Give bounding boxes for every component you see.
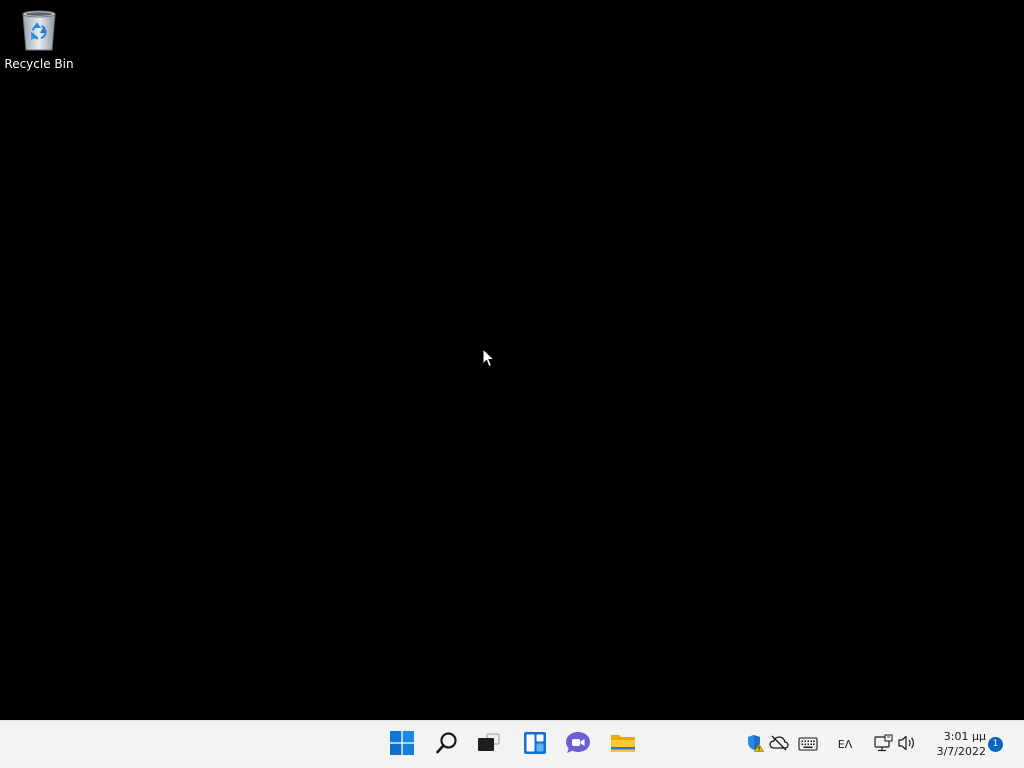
desktop[interactable]: Recycle Bin [0, 0, 1024, 720]
file-explorer-icon [610, 732, 636, 758]
mouse-pointer-icon [482, 347, 496, 368]
taskbar: ΕΛ 3:01 μμ 3/7/2022 1 [0, 720, 1024, 768]
chat-button[interactable] [559, 727, 597, 763]
desktop-icon-recycle-bin[interactable]: Recycle Bin [4, 6, 74, 71]
security-shield-icon [746, 734, 765, 756]
widgets-icon [523, 731, 547, 759]
widgets-button[interactable] [516, 727, 554, 763]
file-explorer-button[interactable] [604, 727, 642, 763]
network-tray-button[interactable] [873, 734, 893, 756]
desktop-icon-label: Recycle Bin [4, 57, 74, 71]
notification-count-badge[interactable]: 1 [988, 737, 1003, 752]
taskbar-clock[interactable]: 3:01 μμ 3/7/2022 [926, 729, 986, 759]
task-view-button[interactable] [470, 727, 508, 763]
volume-tray-button[interactable] [897, 735, 917, 755]
network-icon [873, 734, 893, 756]
input-language-indicator[interactable]: ΕΛ [833, 736, 857, 754]
volume-icon [897, 734, 917, 756]
search-button[interactable] [428, 727, 466, 763]
task-view-icon [477, 732, 501, 758]
security-tray-button[interactable] [745, 735, 765, 755]
clock-time: 3:01 μμ [943, 730, 986, 743]
recycle-bin-icon [19, 6, 59, 52]
start-button[interactable] [383, 727, 421, 763]
clock-date: 3/7/2022 [936, 745, 986, 758]
touch-keyboard-icon [798, 736, 818, 755]
search-icon [435, 731, 459, 759]
windows-start-icon [390, 731, 414, 759]
onedrive-tray-button[interactable] [769, 735, 789, 755]
onedrive-offline-icon [769, 735, 789, 755]
chat-icon [565, 731, 591, 759]
touch-keyboard-tray-button[interactable] [797, 735, 819, 755]
